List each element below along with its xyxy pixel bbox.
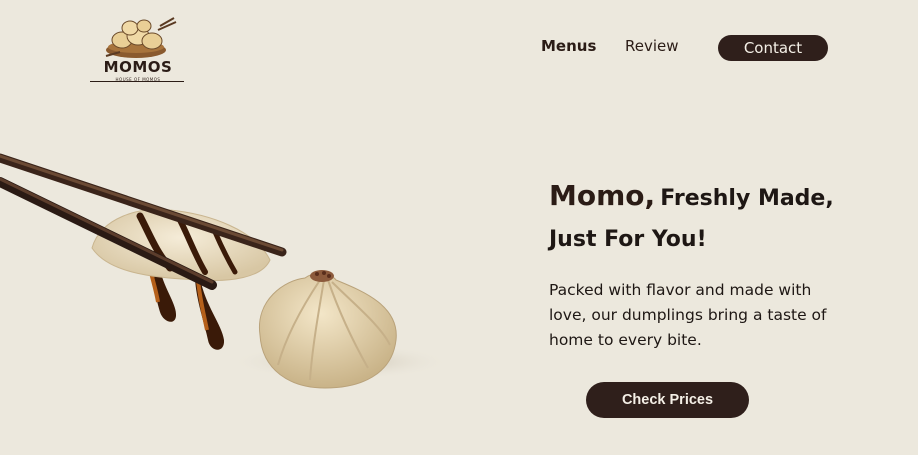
hero-title-brand: Momo, <box>549 179 656 212</box>
hero-title: Momo, Freshly Made, Just For You! <box>549 176 869 261</box>
hero-description: Packed with flavor and made with love, o… <box>549 281 827 349</box>
dumpling-basket-icon <box>105 17 177 58</box>
soup-dumpling <box>259 270 397 389</box>
check-prices-button[interactable]: Check Prices <box>586 382 749 418</box>
nav-menus-link[interactable]: Menus <box>541 37 596 55</box>
nav-review-link[interactable]: Review <box>625 37 679 55</box>
dumplings-illustration <box>0 153 450 389</box>
contact-button[interactable]: Contact <box>718 35 828 61</box>
logo-tagline: HOUSE OF MOMOS <box>115 77 161 82</box>
logo-name: MOMOS <box>103 58 173 76</box>
logo[interactable]: MOMOS HOUSE OF MOMOS <box>88 16 188 84</box>
